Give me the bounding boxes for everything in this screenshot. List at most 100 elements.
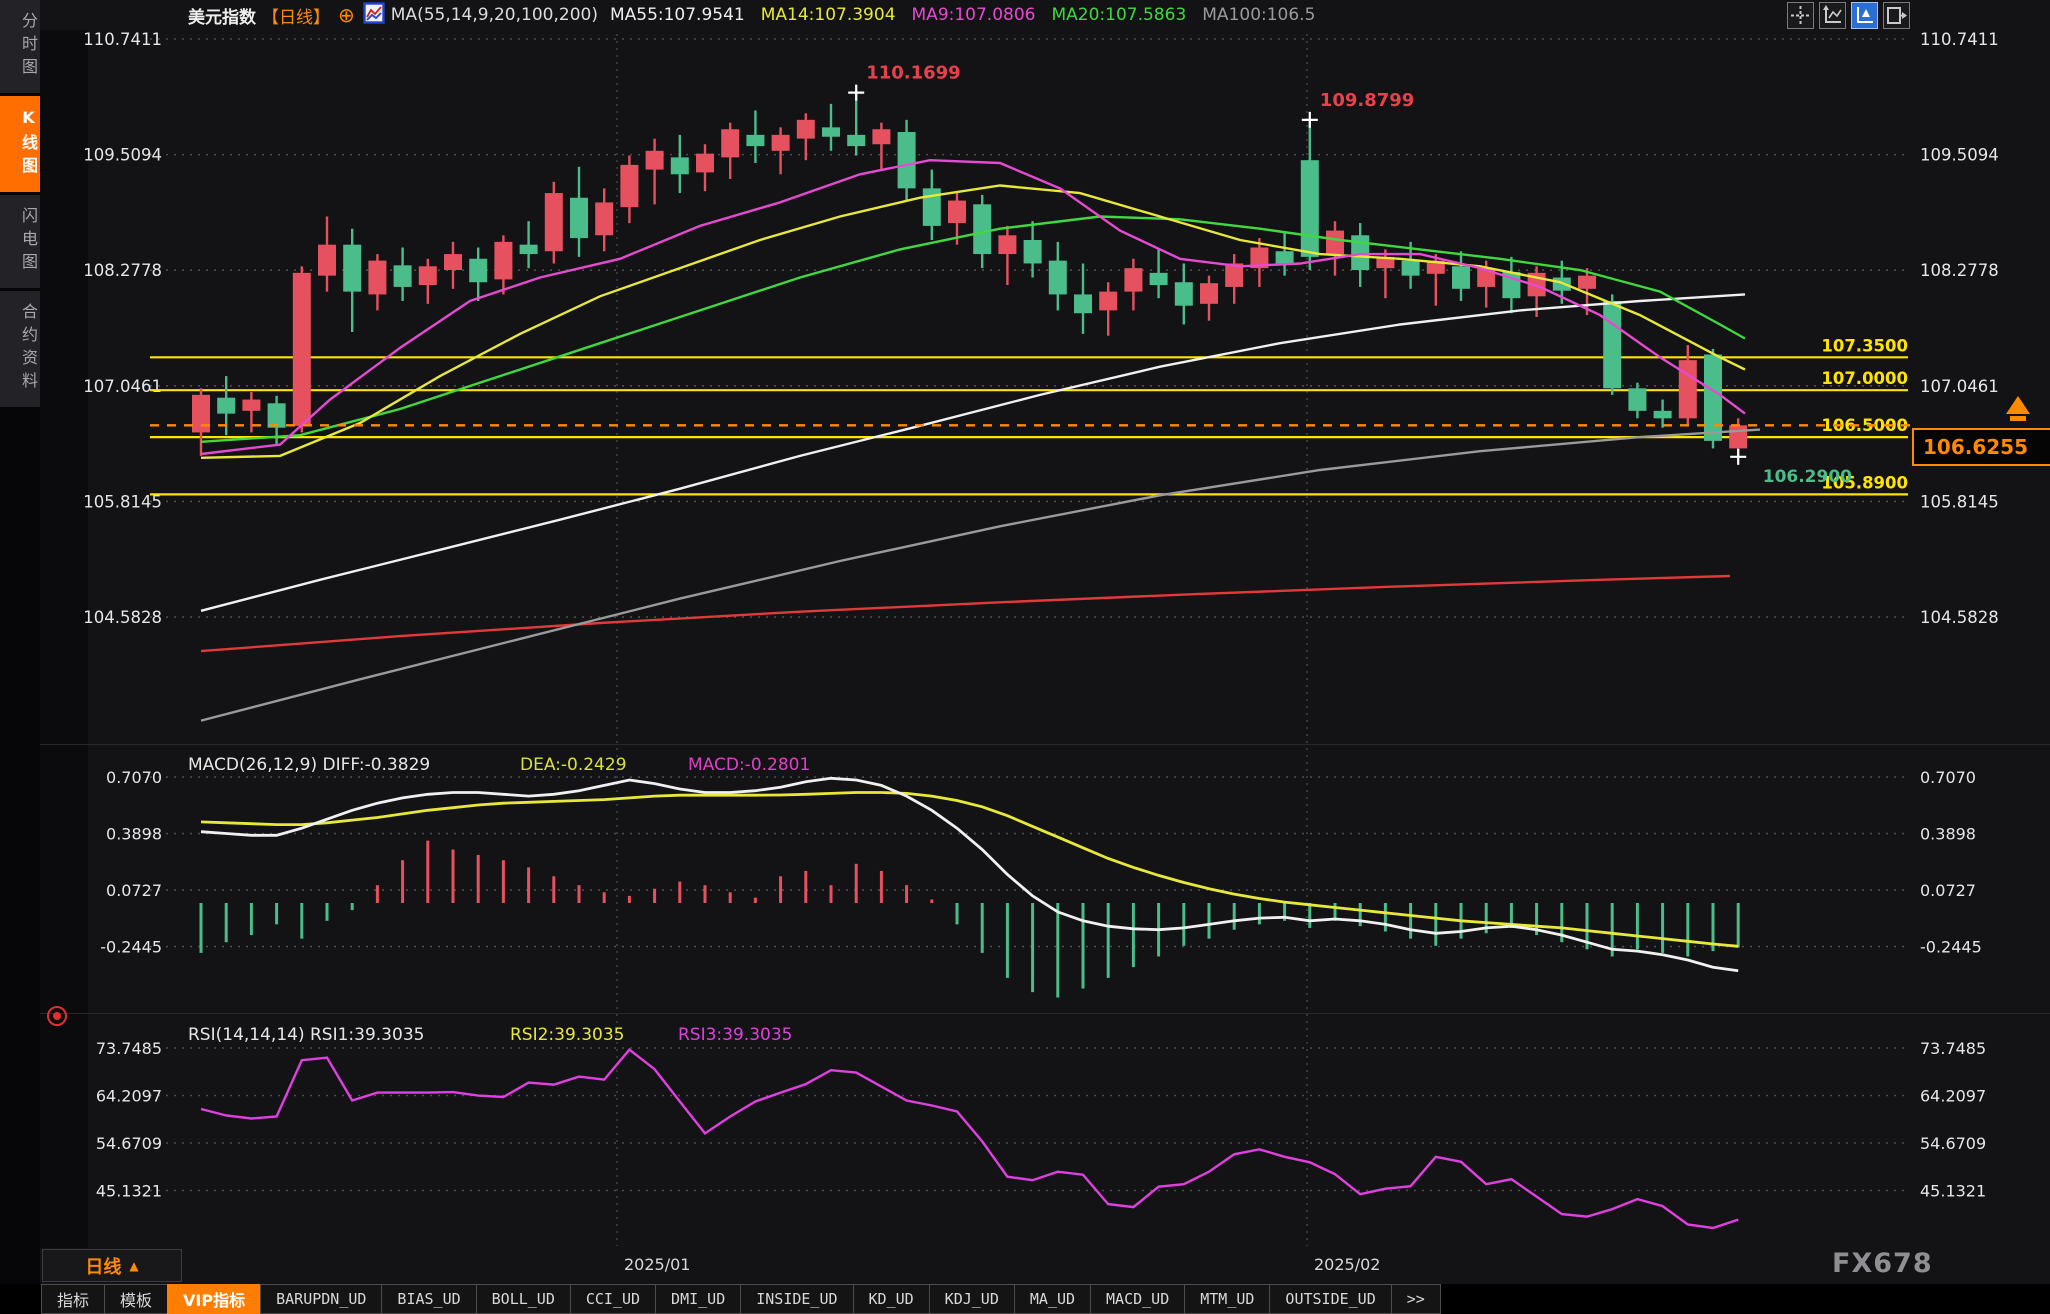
candle <box>620 165 638 207</box>
rsi-axis-label-left: 54.6709 <box>96 1134 162 1153</box>
candle <box>1099 292 1117 311</box>
price-axis-label-left: 107.0461 <box>83 377 162 396</box>
candle <box>242 400 260 411</box>
period-selector[interactable]: 日线 ▲ <box>42 1249 182 1282</box>
price-axis-label-right: 104.5828 <box>1920 608 1999 627</box>
macd-axis-label-right: 0.0727 <box>1920 881 1976 900</box>
candle <box>268 403 286 427</box>
ma-value: MA55:107.9541 <box>610 5 745 25</box>
chart-toolbar <box>1787 2 1910 29</box>
candle <box>343 245 361 292</box>
macd-axis-label-right: -0.2445 <box>1920 938 1982 957</box>
sidebar-item-闪电图[interactable]: 闪电图 <box>0 195 40 288</box>
period-tag[interactable]: 【日线】 <box>262 3 330 28</box>
chart-type-icon[interactable] <box>363 2 385 29</box>
candle <box>1049 261 1067 295</box>
rsi-header: RSI3:39.3035 <box>678 1025 792 1045</box>
price-flag-icon <box>2002 394 2042 432</box>
candle <box>469 259 487 282</box>
price-axis-label-right: 110.7411 <box>1920 30 1999 49</box>
tab-KD_UD[interactable]: KD_UD <box>853 1284 930 1314</box>
tab-MACD_UD[interactable]: MACD_UD <box>1090 1284 1185 1314</box>
tab-OUTSIDE_UD[interactable]: OUTSIDE_UD <box>1269 1284 1391 1314</box>
price-axis-label-left: 104.5828 <box>83 608 162 627</box>
price-axis-label-left: 109.5094 <box>83 146 162 165</box>
indicator-tabbar: 指标模板VIP指标BARUPDN_UDBIAS_UDBOLL_UDCCI_UDD… <box>0 1284 2050 1314</box>
macd-axis-label-left: 0.0727 <box>106 881 162 900</box>
candle <box>822 127 840 136</box>
sidebar-item-合约资料[interactable]: 合约资料 <box>0 291 40 407</box>
tab-指标[interactable]: 指标 <box>41 1284 105 1314</box>
candle <box>444 254 462 270</box>
price-axis-label-right: 107.0461 <box>1920 377 1999 396</box>
rsi-header: RSI2:39.3035 <box>510 1025 624 1045</box>
candle <box>570 198 588 238</box>
price-axis-label-right: 109.5094 <box>1920 146 1999 165</box>
candle <box>646 151 664 170</box>
rsi-target-icon[interactable] <box>47 1006 67 1026</box>
macd-header: DEA:-0.2429 <box>520 755 627 775</box>
candle <box>520 245 538 254</box>
axis-right-icon-active[interactable] <box>1851 2 1878 29</box>
macd-axis-label-left: 0.3898 <box>106 825 162 844</box>
period-label: 日线 <box>85 1253 121 1279</box>
tab-MA_UD[interactable]: MA_UD <box>1014 1284 1091 1314</box>
tab-BARUPDN_UD[interactable]: BARUPDN_UD <box>260 1284 382 1314</box>
rsi-axis-label-left: 45.1321 <box>96 1182 162 1201</box>
macd-axis-label-right: 0.7070 <box>1920 768 1976 787</box>
ma-line-MA100 <box>201 430 1760 721</box>
candle <box>1402 261 1420 276</box>
tab->>[interactable]: >> <box>1391 1284 1441 1314</box>
candle <box>872 129 890 144</box>
candle <box>1628 388 1646 411</box>
target-crosshair-icon[interactable]: ⊕ <box>338 3 355 27</box>
tab-INSIDE_UD[interactable]: INSIDE_UD <box>740 1284 853 1314</box>
tab-BOLL_UD[interactable]: BOLL_UD <box>476 1284 571 1314</box>
chart-header: 美元指数 【日线】 ⊕ MA(55,14,9,20,100,200) MA55:… <box>40 0 2050 30</box>
candle <box>1578 276 1596 289</box>
tab-DMI_UD[interactable]: DMI_UD <box>655 1284 741 1314</box>
low-price-label: 106.2900 <box>1763 467 1852 487</box>
tab-模板[interactable]: 模板 <box>104 1284 168 1314</box>
rsi-axis-label-right: 54.6709 <box>1920 1134 1986 1153</box>
candle <box>595 202 613 235</box>
candle <box>1301 160 1319 257</box>
ma-line-MA200 <box>201 576 1730 651</box>
candle <box>394 265 412 287</box>
sidebar-item-分时图[interactable]: 分时图 <box>0 0 40 93</box>
candle <box>1603 301 1621 388</box>
ma-value: MA14:107.3904 <box>761 5 896 25</box>
candle <box>797 120 815 139</box>
candle <box>293 273 311 426</box>
date-label: 2025/02 <box>1314 1255 1380 1274</box>
candle <box>419 266 437 285</box>
candle <box>696 154 714 173</box>
rsi-axis-label-left: 64.2097 <box>96 1087 162 1106</box>
current-price-box: 106.6255 <box>1912 428 2050 466</box>
candle <box>1326 231 1344 254</box>
date-label: 2025/01 <box>624 1255 690 1274</box>
price-axis-label-right: 108.2778 <box>1920 261 1999 280</box>
tab-CCI_UD[interactable]: CCI_UD <box>570 1284 656 1314</box>
axis-left-icon[interactable] <box>1819 2 1846 29</box>
sidebar-item-K线图[interactable]: K线图 <box>0 96 40 192</box>
candle <box>998 235 1016 254</box>
tab-MTM_UD[interactable]: MTM_UD <box>1184 1284 1270 1314</box>
chevron-up-icon: ▲ <box>129 1259 138 1273</box>
trading-app: 110.7411 110.7411 109.5094 109.5094 108.2778… <box>0 0 2050 1314</box>
macd-diff-line <box>201 778 1738 970</box>
tab-VIP指标[interactable]: VIP指标 <box>167 1284 261 1314</box>
pane-shift-icon[interactable] <box>1883 2 1910 29</box>
macd-axis-label-left: -0.2445 <box>100 938 162 957</box>
tab-KDJ_UD[interactable]: KDJ_UD <box>929 1284 1015 1314</box>
crosshair-move-icon[interactable] <box>1787 2 1814 29</box>
candle <box>1704 355 1722 441</box>
candle <box>494 242 512 280</box>
candle <box>318 245 336 276</box>
price-axis-label-left: 110.7411 <box>83 30 162 49</box>
tab-BIAS_UD[interactable]: BIAS_UD <box>381 1284 476 1314</box>
candle <box>368 261 386 295</box>
level-label: 107.0000 <box>1821 369 1908 388</box>
main-chart-svg: 110.7411 110.7411 109.5094 109.5094 108.2778… <box>0 0 2050 1248</box>
chart-area[interactable]: 110.7411 110.7411 109.5094 109.5094 108.2778… <box>0 0 2050 1248</box>
